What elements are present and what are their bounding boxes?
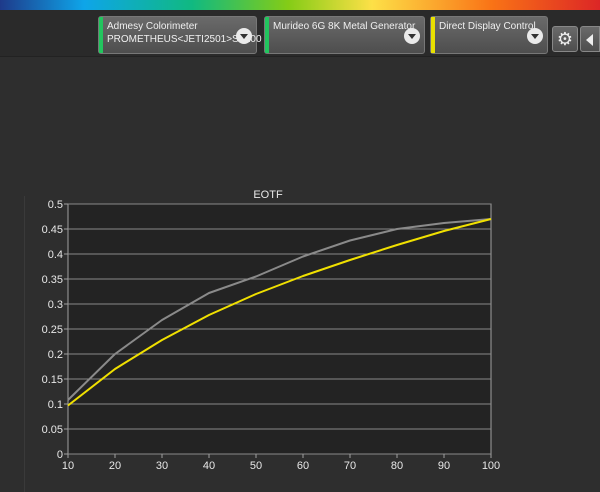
x-tick-label: 100	[482, 460, 500, 472]
eotf-chart: EOTF 10 20 30 40 50 60 70 80 90 100 00.050.10.150…	[42, 189, 501, 472]
y-tick-label: 0.15	[42, 374, 63, 386]
x-tick-label: 70	[344, 460, 356, 472]
y-tick-label: 0.1	[48, 399, 63, 411]
chart-title: EOTF	[253, 189, 283, 201]
y-axis: 0 0.05 0.1 0.15 0.2 0.25 0.3 0.35 0.4 0.45 0.5	[42, 199, 68, 461]
x-tick-label: 10	[62, 460, 74, 472]
y-tick-label: 0	[57, 449, 63, 461]
y-tick-label: 0.3	[48, 299, 63, 311]
y-tick-label: 0.05	[42, 424, 63, 436]
y-tick-label: 0.2	[48, 349, 63, 361]
y-tick-label: 0.4	[48, 249, 63, 261]
x-tick-label: 20	[109, 460, 121, 472]
y-tick-label: 0.25	[42, 324, 63, 336]
y-tick-label: 0.5	[48, 199, 63, 211]
x-tick-label: 90	[438, 460, 450, 472]
x-tick-label: 40	[203, 460, 215, 472]
x-tick-label: 50	[250, 460, 262, 472]
x-tick-label: 30	[156, 460, 168, 472]
y-tick-label: 0.35	[42, 274, 63, 286]
x-tick-label: 80	[391, 460, 403, 472]
x-axis: 10 20 30 40 50 60 70 80 90 100	[62, 454, 500, 472]
x-tick-label: 60	[297, 460, 309, 472]
y-tick-label: 0.45	[42, 224, 63, 236]
